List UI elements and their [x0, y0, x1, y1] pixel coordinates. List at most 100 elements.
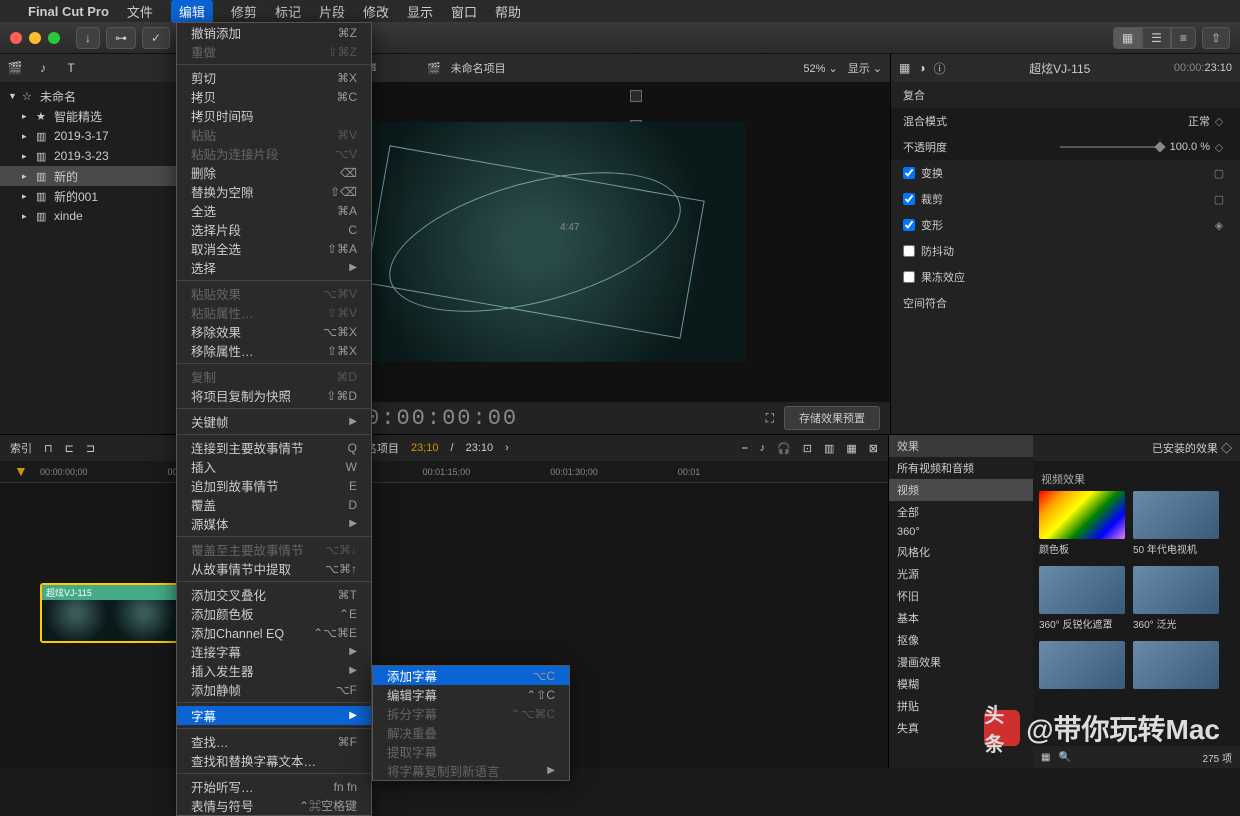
- fx-cat[interactable]: 抠像: [889, 629, 1033, 651]
- fx-thumb-size-icon[interactable]: ▦: [1041, 752, 1050, 763]
- range-check[interactable]: [630, 90, 642, 102]
- color-inspector-icon[interactable]: ◑: [918, 61, 925, 75]
- menu-window[interactable]: 窗口: [451, 2, 477, 21]
- menu-trim[interactable]: 修剪: [231, 2, 257, 21]
- audio-skim-icon[interactable]: ♪: [760, 442, 766, 454]
- solo-icon[interactable]: 🎧: [777, 442, 791, 455]
- fx-item[interactable]: 360° 泛光: [1133, 566, 1219, 633]
- menu-item[interactable]: 删除⌫: [177, 163, 371, 182]
- fx-cat[interactable]: 基本: [889, 607, 1033, 629]
- snap-icon[interactable]: ⊡: [803, 442, 812, 455]
- installed-effects-select[interactable]: 已安装的效果 ◇: [1152, 440, 1232, 456]
- rolling-checkbox[interactable]: [903, 271, 915, 283]
- inspector-transform[interactable]: 变换▢: [891, 160, 1240, 186]
- import-button[interactable]: ↓: [76, 27, 100, 49]
- app-name[interactable]: Final Cut Pro: [28, 4, 109, 19]
- zoom-select[interactable]: 52% ⌄: [803, 62, 837, 75]
- timecode-display[interactable]: 00:00:00:00: [351, 406, 518, 431]
- save-effect-preset-button[interactable]: 存储效果预置: [784, 406, 880, 430]
- bg-tasks-button[interactable]: ✓: [142, 27, 170, 49]
- menu-item[interactable]: 查找…⌘F: [177, 732, 371, 751]
- menu-item[interactable]: 覆盖D: [177, 495, 371, 514]
- menu-file[interactable]: 文件: [127, 2, 153, 21]
- keyword-button[interactable]: ⊶: [106, 27, 136, 49]
- append-icon[interactable]: ⊐: [86, 442, 95, 455]
- menu-item[interactable]: 取消全选⇧⌘A: [177, 239, 371, 258]
- info-inspector-icon[interactable]: ⓘ: [934, 60, 946, 77]
- menu-item[interactable]: 表情与符号⌃⌘空格键: [177, 796, 371, 815]
- inspector-stabilize[interactable]: 防抖动: [891, 238, 1240, 264]
- menu-item[interactable]: 连接到主要故事情节Q: [177, 438, 371, 457]
- fx-cat[interactable]: 怀旧: [889, 585, 1033, 607]
- connect-icon[interactable]: ⊓: [44, 442, 53, 455]
- menu-item[interactable]: 插入发生器▶: [177, 661, 371, 680]
- fx-search-icon[interactable]: 🔍: [1058, 752, 1070, 763]
- menu-item[interactable]: 源媒体▶: [177, 514, 371, 533]
- minimize-window[interactable]: [29, 32, 41, 44]
- fx-cat[interactable]: 360°: [889, 523, 1033, 541]
- share-button[interactable]: ⇧: [1202, 27, 1230, 49]
- insert-icon[interactable]: ⊏: [65, 442, 74, 455]
- fx-item[interactable]: 50 年代电视机: [1133, 491, 1219, 558]
- menu-item[interactable]: 查找和替换字幕文本…: [177, 751, 371, 770]
- history-fwd-icon[interactable]: ›: [505, 442, 509, 454]
- library-item-selected[interactable]: ▸▥新的: [0, 166, 179, 186]
- menu-item[interactable]: 将项目复制为快照⇧⌘D: [177, 386, 371, 405]
- skimming-icon[interactable]: ⎯: [742, 442, 748, 455]
- menu-item[interactable]: 替换为空隙⇧⌫: [177, 182, 371, 201]
- menu-item[interactable]: 开始听写…fn fn: [177, 777, 371, 796]
- library-item[interactable]: ▸▥2019-3-23: [0, 146, 179, 166]
- menu-item[interactable]: 移除属性…⇧⌘X: [177, 341, 371, 360]
- menu-item[interactable]: 选择片段C: [177, 220, 371, 239]
- titles-tab-icon[interactable]: T: [62, 59, 80, 77]
- library-item[interactable]: ▸▥2019-3-17: [0, 126, 179, 146]
- inspector-distort[interactable]: 变形◈: [891, 212, 1240, 238]
- fx-cat[interactable]: 光源: [889, 563, 1033, 585]
- fx-cat[interactable]: 模糊: [889, 673, 1033, 695]
- zoom-window[interactable]: [48, 32, 60, 44]
- disclosure-icon[interactable]: ▼: [8, 91, 18, 101]
- menu-item[interactable]: 追加到故事情节E: [177, 476, 371, 495]
- menu-item[interactable]: 字幕▶: [177, 706, 371, 725]
- photos-tab-icon[interactable]: ♪: [34, 59, 52, 77]
- distort-checkbox[interactable]: [903, 219, 915, 231]
- menu-item[interactable]: 全选⌘A: [177, 201, 371, 220]
- tl-close-icon[interactable]: ⊠: [869, 442, 878, 455]
- fx-item[interactable]: 颜色板: [1039, 491, 1125, 558]
- menu-item[interactable]: 添加静帧⌥F: [177, 680, 371, 699]
- menu-item[interactable]: 插入W: [177, 457, 371, 476]
- menu-help[interactable]: 帮助: [495, 2, 521, 21]
- library-tab-icon[interactable]: 🎬: [6, 59, 24, 77]
- menu-item[interactable]: 剪切⌘X: [177, 68, 371, 87]
- menu-item[interactable]: 连接字幕▶: [177, 642, 371, 661]
- inspector-crop[interactable]: 裁剪▢: [891, 186, 1240, 212]
- fx-cat[interactable]: 风格化: [889, 541, 1033, 563]
- menu-view[interactable]: 显示: [407, 2, 433, 21]
- menu-item[interactable]: 关键帧▶: [177, 412, 371, 431]
- menu-edit[interactable]: 编辑: [171, 0, 213, 23]
- timeline-clip[interactable]: 超炫VJ-115: [40, 583, 180, 643]
- inspector-blend-mode[interactable]: 混合模式正常◇: [891, 108, 1240, 134]
- fullscreen-icon[interactable]: ⛶: [766, 411, 774, 426]
- fx-item[interactable]: 360° 反锐化遮罩: [1039, 566, 1125, 633]
- menu-clip[interactable]: 片段: [319, 2, 345, 21]
- close-window[interactable]: [10, 32, 22, 44]
- fx-cat[interactable]: 漫画效果: [889, 651, 1033, 673]
- menu-item[interactable]: 撤销添加⌘Z: [177, 23, 371, 42]
- submenu-item[interactable]: 添加字幕⌥C: [373, 666, 569, 685]
- menu-item[interactable]: 选择▶: [177, 258, 371, 277]
- inspector-rolling[interactable]: 果冻效应: [891, 264, 1240, 290]
- fx-cat[interactable]: 所有视频和音频: [889, 457, 1033, 479]
- menu-modify[interactable]: 修改: [363, 2, 389, 21]
- menu-item[interactable]: 添加Channel EQ⌃⌥⌘E: [177, 623, 371, 642]
- library-root[interactable]: ▼ ☆ 未命名: [0, 86, 179, 106]
- ws-browser[interactable]: ▦: [1113, 27, 1142, 49]
- video-inspector-icon[interactable]: ▦: [899, 61, 910, 75]
- menu-mark[interactable]: 标记: [275, 2, 301, 21]
- ws-timeline[interactable]: ☰: [1142, 27, 1171, 49]
- submenu-item[interactable]: 编辑字幕⌃⇧C: [373, 685, 569, 704]
- library-item[interactable]: ▸★智能精选: [0, 106, 179, 126]
- library-item[interactable]: ▸▥xinde: [0, 206, 179, 226]
- stabilize-checkbox[interactable]: [903, 245, 915, 257]
- menu-item[interactable]: 从故事情节中提取⌥⌘↑: [177, 559, 371, 578]
